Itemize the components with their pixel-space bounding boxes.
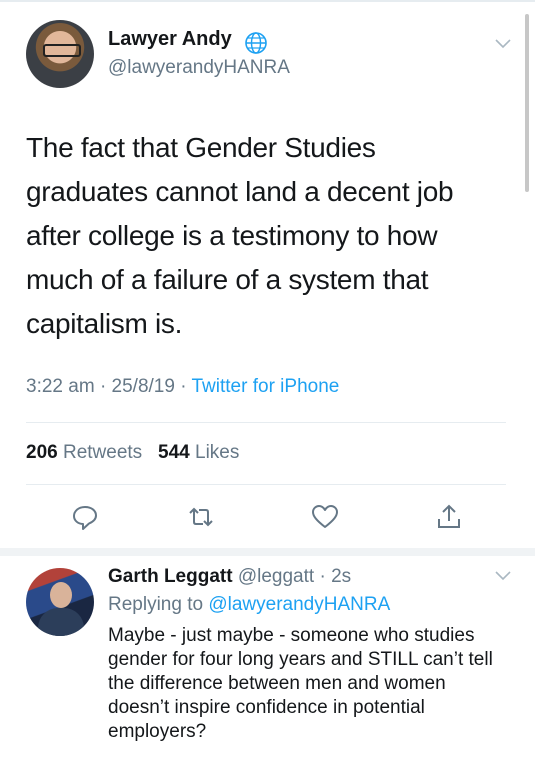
reply-author-handle[interactable]: @leggatt — [238, 566, 314, 587]
tweet-date: 25/8/19 — [111, 376, 175, 397]
reply-author-name[interactable]: Garth Leggatt — [108, 566, 233, 587]
divider-line — [26, 422, 506, 423]
retweets-label[interactable]: Retweets — [63, 442, 142, 463]
top-border — [0, 0, 535, 2]
tweet-time: 3:22 am — [26, 376, 95, 397]
author-name[interactable]: Lawyer Andy — [108, 28, 232, 51]
chevron-down-icon[interactable] — [494, 570, 512, 582]
tweet-text: The fact that Gender Studies graduates c… — [26, 132, 454, 339]
divider-line — [26, 484, 506, 485]
retweets-count[interactable]: 206 — [26, 442, 58, 463]
replying-to: Replying to @lawyerandyHANRA — [108, 594, 390, 616]
replying-to-label: Replying to — [108, 594, 204, 615]
meta-separator: · — [180, 376, 187, 397]
tweet-source-link[interactable]: Twitter for iPhone — [192, 376, 340, 397]
author-handle[interactable]: @lawyerandyHANRA — [108, 57, 290, 79]
reply-author: Garth Leggatt @leggatt · 2s — [108, 566, 351, 588]
heart-icon[interactable] — [310, 502, 340, 532]
section-divider — [0, 548, 535, 556]
replying-to-handle[interactable]: @lawyerandyHANRA — [208, 594, 390, 615]
avatar-face — [50, 582, 72, 608]
retweet-icon[interactable] — [186, 502, 216, 532]
likes-count[interactable]: 544 — [158, 442, 190, 463]
reply-icon[interactable] — [70, 502, 100, 532]
reply-time: 2s — [331, 566, 352, 587]
avatar-suit — [38, 608, 84, 636]
reply-avatar[interactable] — [26, 568, 94, 636]
chevron-down-icon[interactable] — [494, 38, 512, 50]
globe-icon — [245, 32, 267, 54]
share-icon[interactable] — [434, 502, 464, 532]
tweet-stats: 206 Retweets 544 Likes — [26, 442, 239, 464]
scrollbar[interactable] — [525, 14, 529, 192]
avatar-glasses — [43, 44, 81, 57]
meta-separator: · — [99, 376, 107, 397]
tweet-meta: 3:22 am · 25/8/19 · Twitter for iPhone — [26, 376, 339, 398]
reply-text: Maybe - just maybe - someone who studies… — [108, 625, 493, 742]
reply-separator: · — [319, 566, 326, 587]
avatar[interactable] — [26, 20, 94, 88]
likes-label[interactable]: Likes — [195, 442, 239, 463]
